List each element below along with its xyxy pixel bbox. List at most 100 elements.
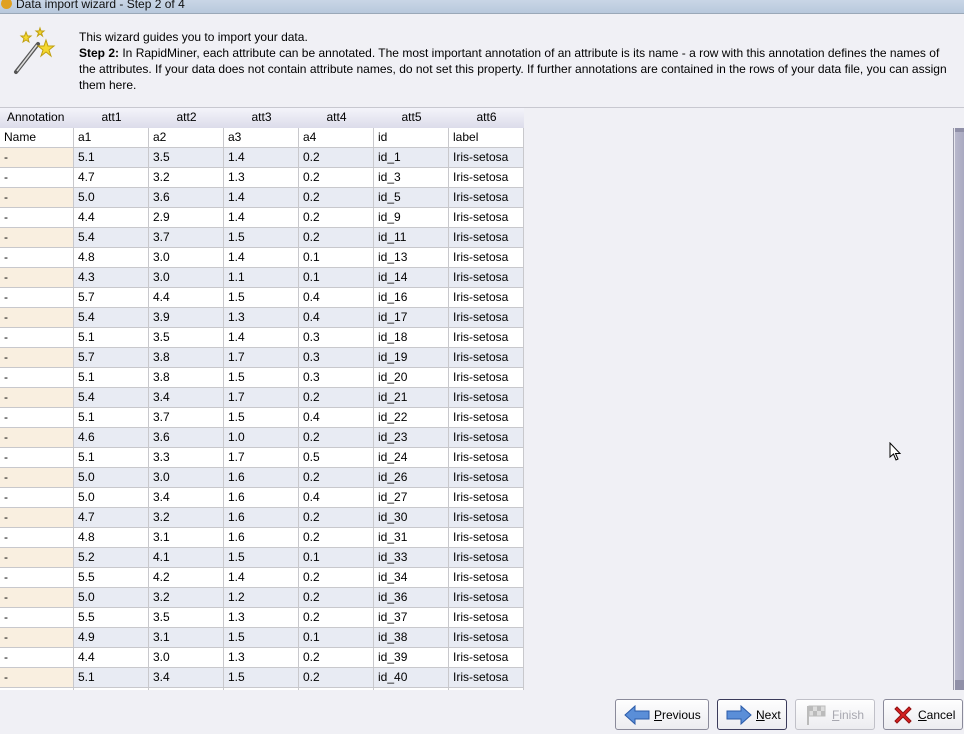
name-cell[interactable]: a1: [74, 128, 149, 148]
scrollbar-thumb[interactable]: [955, 132, 964, 684]
annotation-cell[interactable]: -: [0, 668, 74, 688]
annotation-cell[interactable]: -: [0, 288, 74, 308]
name-cell[interactable]: id: [374, 128, 449, 148]
table-row[interactable]: -5.4 3.9 1.3 0.4 id_17 Iris-setosa: [0, 308, 525, 328]
table-cell: 1.3: [224, 168, 299, 188]
annotation-cell[interactable]: -: [0, 388, 74, 408]
cancel-button[interactable]: Cancel: [883, 699, 963, 730]
annotation-cell[interactable]: -: [0, 208, 74, 228]
table-cell: id_20: [374, 368, 449, 388]
annotation-cell[interactable]: -: [0, 228, 74, 248]
table-cell: 4.4: [74, 648, 149, 668]
previous-button[interactable]: Previous: [615, 699, 709, 730]
annotation-cell[interactable]: -: [0, 488, 74, 508]
annotation-cell[interactable]: -: [0, 368, 74, 388]
title-bar: Data import wizard - Step 2 of 4: [0, 0, 964, 14]
table-cell: 1.3: [224, 308, 299, 328]
column-header[interactable]: att6: [449, 108, 524, 128]
table-row[interactable]: -5.7 3.8 1.7 0.3 id_19 Iris-setosa: [0, 348, 525, 368]
table-row[interactable]: -4.3 3.0 1.1 0.1 id_14 Iris-setosa: [0, 268, 525, 288]
table-row[interactable]: -5.7 4.4 1.5 0.4 id_16 Iris-setosa: [0, 288, 525, 308]
table-row[interactable]: -5.5 4.2 1.4 0.2 id_34 Iris-setosa: [0, 568, 525, 588]
table-cell: Iris-setosa: [449, 228, 524, 248]
column-header[interactable]: Annotation: [0, 108, 74, 128]
name-cell[interactable]: label: [449, 128, 524, 148]
table-row[interactable]: -4.8 3.1 1.6 0.2 id_31 Iris-setosa: [0, 528, 525, 548]
table-row[interactable]: -5.1 3.7 1.5 0.4 id_22 Iris-setosa: [0, 408, 525, 428]
table-cell: 0.2: [299, 188, 374, 208]
table-cell: id_14: [374, 268, 449, 288]
name-cell[interactable]: a2: [149, 128, 224, 148]
table-row[interactable]: -5.1 3.5 1.4 0.2 id_1 Iris-setosa: [0, 148, 525, 168]
annotation-cell[interactable]: [0, 688, 74, 690]
table-cell: 3.8: [149, 368, 224, 388]
annotation-cell[interactable]: -: [0, 648, 74, 668]
table-cell: id_24: [374, 448, 449, 468]
table-row[interactable]: -5.2 4.1 1.5 0.1 id_33 Iris-setosa: [0, 548, 525, 568]
annotation-cell[interactable]: -: [0, 188, 74, 208]
scroll-down-button[interactable]: [955, 680, 964, 690]
table-row[interactable]: -4.8 3.0 1.4 0.1 id_13 Iris-setosa: [0, 248, 525, 268]
table-cell: 3.0: [149, 268, 224, 288]
annotation-cell[interactable]: -: [0, 588, 74, 608]
table-row[interactable]: -5.0 3.6 1.4 0.2 id_5 Iris-setosa: [0, 188, 525, 208]
table-row[interactable]: -4.4 3.0 1.3 0.2 id_39 Iris-setosa: [0, 648, 525, 668]
table-cell: 0.3: [299, 348, 374, 368]
table-cell: 0.3: [299, 328, 374, 348]
column-header[interactable]: att4: [299, 108, 374, 128]
table-row[interactable]: -5.1 3.4 1.5 0.2 id_40 Iris-setosa: [0, 668, 525, 688]
annotation-cell[interactable]: Name: [0, 128, 74, 148]
table-row[interactable]: -4.9 3.1 1.5 0.1 id_38 Iris-setosa: [0, 628, 525, 648]
annotation-cell[interactable]: -: [0, 628, 74, 648]
table-cell: 1.5: [224, 228, 299, 248]
vertical-scrollbar[interactable]: [953, 128, 964, 690]
finish-button[interactable]: Finish: [795, 699, 875, 730]
table-cell: 4.3: [74, 268, 149, 288]
annotation-table[interactable]: Annotation att1 att2 att3 att4 att5 att6 Name a…: [0, 108, 525, 690]
table-row[interactable]: -5.0 3.2 1.2 0.2 id_36 Iris-setosa: [0, 588, 525, 608]
table-row[interactable]: -5.1 3.5 1.4 0.3 id_18 Iris-setosa: [0, 328, 525, 348]
annotation-cell[interactable]: -: [0, 308, 74, 328]
annotation-cell[interactable]: -: [0, 568, 74, 588]
table-cell: 4.9: [74, 628, 149, 648]
table-row[interactable]: -5.4 3.4 1.7 0.2 id_21 Iris-setosa: [0, 388, 525, 408]
table-row[interactable]: -5.0 3.0 1.6 0.2 id_26 Iris-setosa: [0, 468, 525, 488]
annotation-cell[interactable]: -: [0, 148, 74, 168]
annotation-cell[interactable]: -: [0, 348, 74, 368]
name-row[interactable]: Name a1 a2 a3 a4 id label: [0, 128, 525, 148]
table-cell: 3.0: [149, 468, 224, 488]
table-cell: Iris-setosa: [449, 208, 524, 228]
table-row[interactable]: -5.4 3.7 1.5 0.2 id_11 Iris-setosa: [0, 228, 525, 248]
table-row[interactable]: -4.4 2.9 1.4 0.2 id_9 Iris-setosa: [0, 208, 525, 228]
next-button[interactable]: Next: [717, 699, 787, 730]
column-header[interactable]: att3: [224, 108, 299, 128]
annotation-cell[interactable]: -: [0, 268, 74, 288]
annotation-cell[interactable]: -: [0, 468, 74, 488]
column-header[interactable]: att2: [149, 108, 224, 128]
column-header[interactable]: att1: [74, 108, 149, 128]
name-cell[interactable]: a3: [224, 128, 299, 148]
annotation-cell[interactable]: -: [0, 448, 74, 468]
annotation-cell[interactable]: -: [0, 548, 74, 568]
table-row[interactable]: -5.5 3.5 1.3 0.2 id_37 Iris-setosa: [0, 608, 525, 628]
table-row[interactable]: -4.7 3.2 1.3 0.2 id_3 Iris-setosa: [0, 168, 525, 188]
name-cell[interactable]: a4: [299, 128, 374, 148]
table-cell: Iris-setosa: [449, 168, 524, 188]
column-header[interactable]: att5: [374, 108, 449, 128]
table-row[interactable]: -4.7 3.2 1.6 0.2 id_30 Iris-setosa: [0, 508, 525, 528]
annotation-cell[interactable]: -: [0, 528, 74, 548]
annotation-cell[interactable]: -: [0, 328, 74, 348]
table-row[interactable]: -5.1 3.3 1.7 0.5 id_24 Iris-setosa: [0, 448, 525, 468]
annotation-cell[interactable]: -: [0, 408, 74, 428]
annotation-cell[interactable]: -: [0, 428, 74, 448]
annotation-cell[interactable]: -: [0, 168, 74, 188]
table-row[interactable]: -5.1 3.8 1.5 0.3 id_20 Iris-setosa: [0, 368, 525, 388]
table-cell: 1.7: [224, 348, 299, 368]
annotation-cell[interactable]: -: [0, 508, 74, 528]
annotation-cell[interactable]: -: [0, 248, 74, 268]
table-cell: Iris-setosa: [449, 448, 524, 468]
annotation-cell[interactable]: -: [0, 608, 74, 628]
table-row[interactable]: -5.0 3.4 1.6 0.4 id_27 Iris-setosa: [0, 488, 525, 508]
table-row[interactable]: -4.6 3.6 1.0 0.2 id_23 Iris-setosa: [0, 428, 525, 448]
table-row[interactable]: [0, 688, 525, 690]
